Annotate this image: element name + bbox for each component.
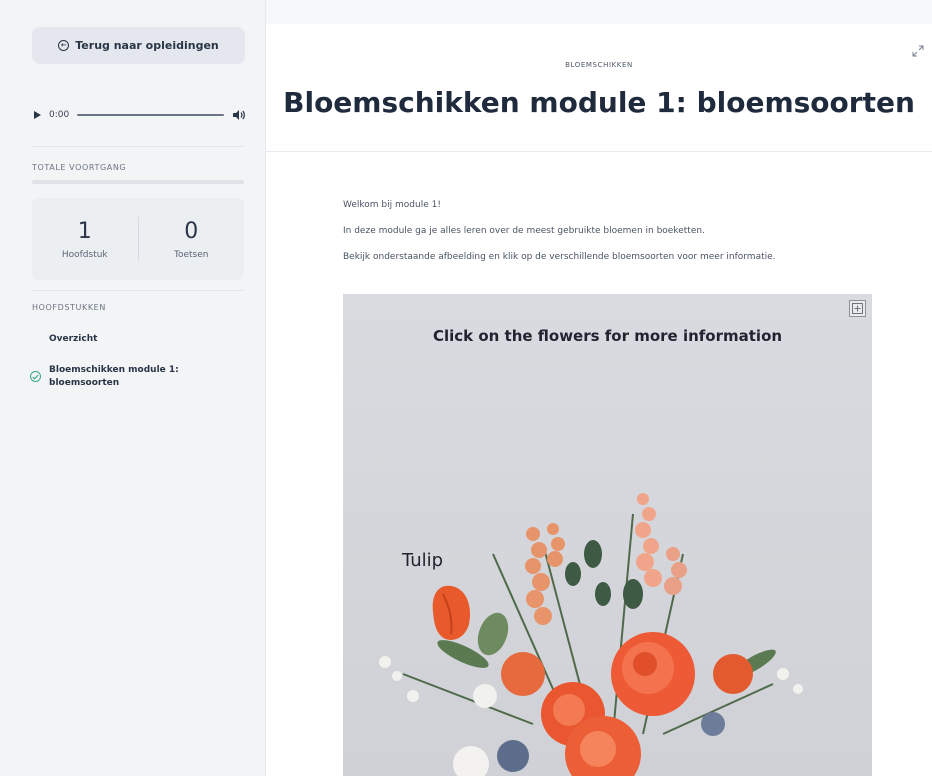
play-icon[interactable] — [34, 111, 41, 119]
stat-tests-label: Toetsen — [174, 249, 209, 260]
interactive-flower-image[interactable]: Click on the flowers for more informatio… — [343, 294, 872, 776]
audio-seek-bar[interactable] — [77, 114, 224, 116]
chapter-item-overview[interactable]: Overzicht — [30, 333, 260, 346]
fullscreen-icon[interactable] — [849, 300, 866, 317]
stat-chapters: 1 Hoofdstuk — [32, 219, 138, 260]
chapter-item-label: Bloemschikken module 1: bloemsoorten — [49, 364, 179, 390]
intro-paragraph: In deze module ga je alles leren over de… — [343, 226, 705, 236]
audio-time: 0:00 — [49, 110, 70, 120]
chapters-label: HOOFDSTUKKEN — [32, 303, 106, 312]
lesson-content: Welkom bij module 1! In deze module ga j… — [343, 200, 883, 278]
bouquet-illustration — [379, 493, 803, 776]
total-progress-label: TOTALE VOORTGANG — [32, 163, 127, 172]
arrow-left-circle-icon: ← — [58, 40, 70, 51]
top-strip — [266, 0, 932, 24]
divider — [32, 146, 244, 147]
chapter-item-label: Overzicht — [49, 334, 98, 344]
chapter-item-module-1[interactable]: Bloemschikken module 1: bloemsoorten — [30, 364, 260, 390]
page-header: BLOEMSCHIKKEN Bloemschikken module 1: bl… — [266, 24, 932, 152]
stat-chapters-label: Hoofdstuk — [61, 249, 108, 260]
audio-player: 0:00 — [34, 104, 246, 126]
chapter-item-label-line-2: bloemsoorten — [49, 378, 120, 389]
volume-icon[interactable] — [232, 109, 246, 121]
expand-icon[interactable] — [912, 42, 924, 57]
course-kicker: BLOEMSCHIKKEN — [565, 61, 633, 69]
stats-panel: 1 Hoofdstuk 0 Toetsen — [32, 198, 244, 280]
stat-chapters-value: 1 — [77, 218, 92, 244]
back-to-courses-label: Terug naar opleidingen — [75, 39, 219, 52]
divider — [32, 290, 244, 291]
sidebar: ← Terug naar opleidingen 0:00 TOTALE VOO… — [0, 0, 266, 776]
total-progress-bar — [32, 180, 244, 184]
stat-tests-value: 0 — [184, 218, 199, 244]
back-to-courses-button[interactable]: ← Terug naar opleidingen — [32, 27, 245, 64]
hotspot-label-tulip[interactable]: Tulip — [402, 550, 443, 571]
chapter-item-label-line-1: Bloemschikken module 1: — [49, 365, 179, 375]
page-title: Bloemschikken module 1: bloemsoorten — [283, 86, 915, 119]
check-circle-icon — [30, 371, 41, 382]
intro-paragraph: Bekijk onderstaande afbeelding en klik o… — [343, 252, 776, 262]
stat-tests: 0 Toetsen — [139, 219, 245, 260]
interactive-prompt: Click on the flowers for more informatio… — [432, 327, 783, 345]
intro-paragraph: Welkom bij module 1! — [343, 200, 441, 210]
